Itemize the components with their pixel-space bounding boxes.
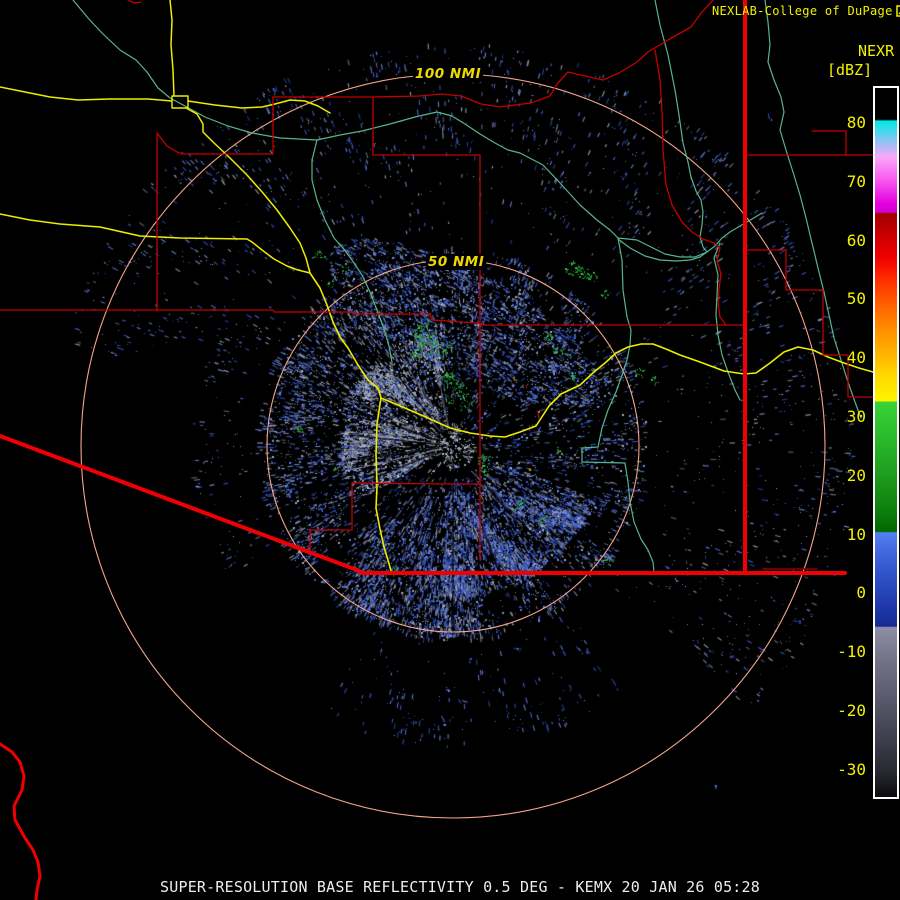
map-line-thin [742, 249, 874, 398]
colorbar-tick-label: -10 [837, 642, 866, 662]
external-link-icon [895, 5, 900, 17]
map-line-thin [0, 309, 482, 326]
radar-display: NEXLAB-College of DuPage NEXR [dBZ] 100 … [0, 0, 900, 900]
map-line-river [713, 242, 741, 401]
map-line-river [311, 139, 393, 363]
range-ring-label-50: 50 NMI [426, 254, 487, 270]
product-title: SUPER-RESOLUTION BASE REFLECTIVITY 0.5 D… [160, 878, 760, 896]
colorbar-title: NEXR [858, 42, 895, 60]
map-overlay-svg [0, 0, 874, 900]
colorbar-tick-label: 40 [846, 348, 866, 368]
range-ring-100nmi [80, 73, 826, 819]
colorbar-tick-label: 20 [846, 465, 866, 485]
colorbar-tick-label: 50 [846, 289, 866, 309]
map-line-road [375, 397, 392, 572]
map-line-road [187, 99, 331, 114]
map-line-road [169, 0, 175, 97]
colorbar-tick-label: 30 [846, 407, 866, 426]
colorbar-tick-label: 70 [846, 171, 866, 191]
map-line-thin [811, 130, 847, 156]
colorbar [873, 86, 899, 799]
colorbar-tick-label: 0 [856, 583, 866, 603]
map-line-river [316, 111, 655, 573]
logo-text: NEXLAB-College of DuPage [712, 4, 893, 18]
map-line-thin [127, 0, 142, 4]
map-line-thin [372, 96, 481, 156]
map-line-river [72, 0, 318, 141]
colorbar-gradient [875, 88, 897, 797]
map-line-thin [309, 482, 482, 552]
map-line-river [617, 212, 763, 258]
map-line-thin [654, 49, 727, 326]
colorbar-tick-label: -30 [837, 759, 866, 779]
map-line-river [617, 238, 708, 262]
map-line-thin [273, 0, 714, 108]
map-line-thick [0, 434, 847, 575]
colorbar-tick-label: 10 [846, 524, 866, 544]
station-logo: NEXLAB-College of DuPage [712, 4, 900, 18]
colorbar-tick-label: -20 [837, 701, 866, 720]
map-line-thick [0, 742, 42, 900]
map-line-road [185, 107, 311, 274]
map-line-road [0, 86, 173, 102]
colorbar-tick-label: 80 [846, 113, 866, 132]
colorbar-tick-label: 60 [846, 230, 866, 250]
range-ring-label-100: 100 NMI [413, 66, 484, 82]
colorbar-units: [dBZ] [827, 61, 873, 79]
range-ring-50nmi [266, 259, 640, 633]
